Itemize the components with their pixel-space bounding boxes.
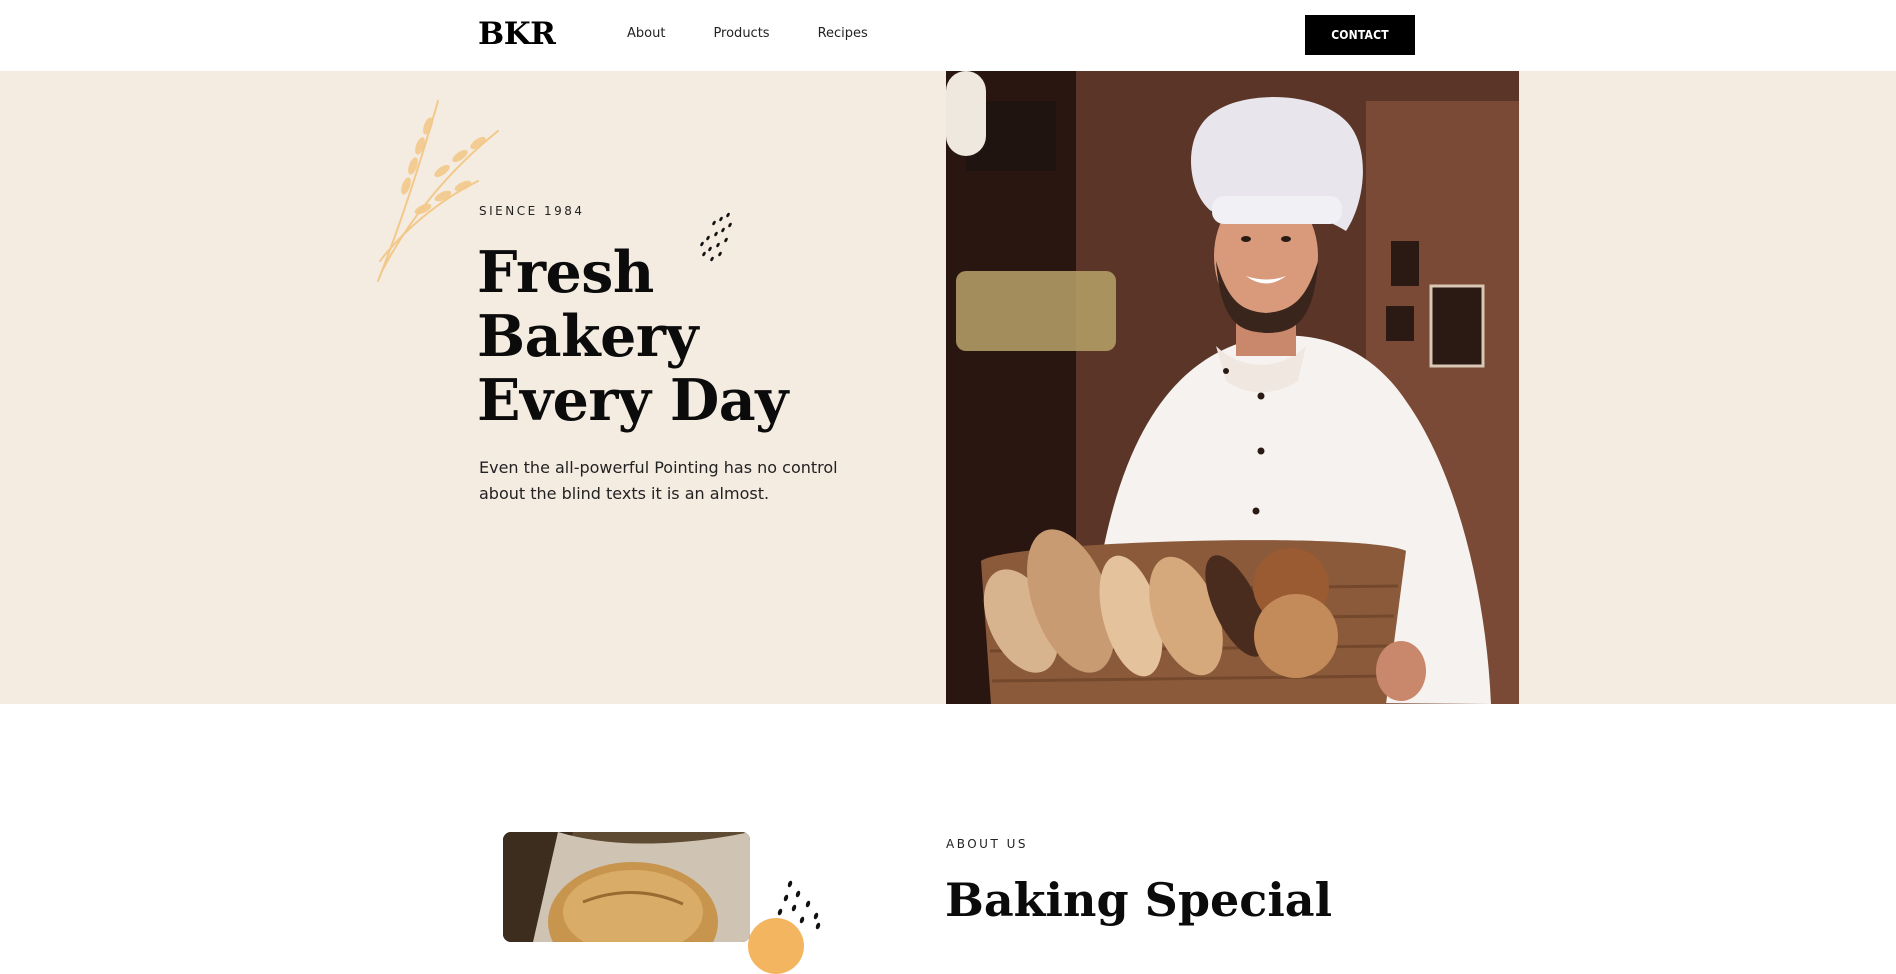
about-eyebrow: ABOUT US xyxy=(946,837,1029,851)
hero-chef-photo xyxy=(946,71,1519,704)
hero-eyebrow: SIENCE 1984 xyxy=(479,204,585,218)
site-logo[interactable]: BKR xyxy=(478,14,556,54)
about-bread-photo xyxy=(503,832,750,942)
hero-title-line-2: Bakery xyxy=(477,303,699,370)
hero-title-line-3: Every Day xyxy=(477,367,788,434)
main-nav: About Products Recipes xyxy=(627,24,916,44)
hero-section: SIENCE 1984 Fresh Bakery Every Day Even … xyxy=(0,71,1896,704)
bread-loaf-image xyxy=(503,832,750,942)
nav-link-products[interactable]: Products xyxy=(713,24,769,44)
about-title: Baking Special xyxy=(945,873,1333,927)
nav-link-about[interactable]: About xyxy=(627,24,665,44)
sprinkle-dots-decoration-2 xyxy=(777,880,821,930)
hero-title-line-1: Fresh xyxy=(477,239,654,306)
site-header: BKR About Products Recipes CONTACT xyxy=(0,0,1896,71)
chef-with-bread-basket-image xyxy=(946,71,1519,704)
nav-link-recipes[interactable]: Recipes xyxy=(818,24,868,44)
hero-description: Even the all-powerful Pointing has no co… xyxy=(479,458,838,503)
contact-button[interactable]: CONTACT xyxy=(1305,15,1415,55)
hero-title: Fresh Bakery Every Day xyxy=(477,241,897,433)
